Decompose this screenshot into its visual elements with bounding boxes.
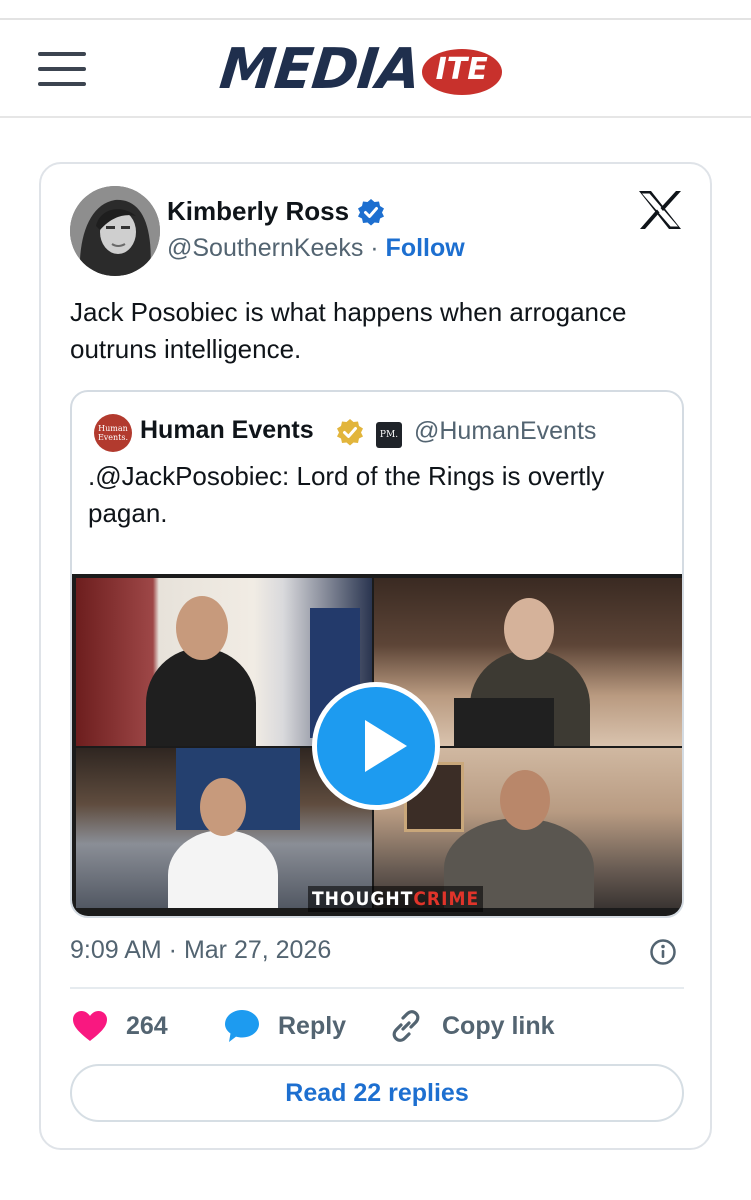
actions-divider	[70, 987, 684, 989]
author-name-text: Kimberly Ross	[167, 196, 350, 226]
like-button[interactable]: 264	[72, 1006, 168, 1046]
video-thumbnail[interactable]: THOUGHTCRIME	[72, 574, 682, 916]
logo-badge: ITE	[421, 49, 502, 95]
logo-wordmark: MEDIA	[216, 37, 424, 102]
author-name[interactable]: Kimberly Ross	[167, 196, 385, 227]
site-header: MEDIA ITE	[0, 20, 751, 118]
author-avatar[interactable]	[70, 186, 160, 276]
speech-bubble-icon	[225, 1010, 259, 1042]
tweet-timestamp[interactable]: 9:09 AM · Mar 27, 2026	[70, 936, 331, 965]
read-replies-button[interactable]: Read 22 replies	[70, 1064, 684, 1122]
handle-separator: ·	[363, 234, 386, 262]
play-button-icon[interactable]	[312, 682, 440, 810]
copy-link-button[interactable]: Copy link	[388, 1006, 555, 1046]
tweet-embed-card: Kimberly Ross @SouthernKeeks · Follow Ja…	[39, 162, 712, 1150]
tweet-text: Jack Posobiec is what happens when arrog…	[70, 297, 627, 364]
tweet-actions: 264 Reply Copy link	[70, 1006, 684, 1046]
x-logo-icon[interactable]	[637, 190, 683, 230]
copy-link-label: Copy link	[442, 1011, 555, 1040]
author-handle[interactable]: @SouthernKeeks	[167, 234, 363, 262]
quoted-tweet[interactable]: Human Events. Human Events PM. @HumanEve…	[70, 390, 684, 918]
show-title-overlay: THOUGHTCRIME	[308, 886, 484, 912]
verified-badge-icon	[358, 198, 385, 225]
hamburger-menu-icon[interactable]	[38, 50, 86, 88]
info-icon[interactable]	[649, 938, 677, 966]
reply-label: Reply	[278, 1011, 347, 1040]
handle-line: @SouthernKeeks · Follow	[167, 234, 465, 263]
quoted-author-handle[interactable]: @HumanEvents	[414, 417, 596, 446]
gold-verified-badge-icon	[337, 419, 363, 446]
follow-button[interactable]: Follow	[386, 234, 465, 262]
quoted-tweet-text: .@JackPosobiec: Lord of the Rings is ove…	[88, 461, 605, 528]
mediaite-logo[interactable]: MEDIA ITE	[216, 37, 502, 102]
quoted-author-avatar[interactable]: Human Events.	[94, 414, 132, 452]
reply-button[interactable]: Reply	[224, 1006, 346, 1046]
quoted-author-name[interactable]: Human Events	[140, 416, 314, 445]
affiliate-badge: PM.	[376, 422, 402, 448]
like-count: 264	[126, 1011, 168, 1040]
heart-icon	[73, 1011, 107, 1041]
link-icon	[392, 1010, 420, 1042]
